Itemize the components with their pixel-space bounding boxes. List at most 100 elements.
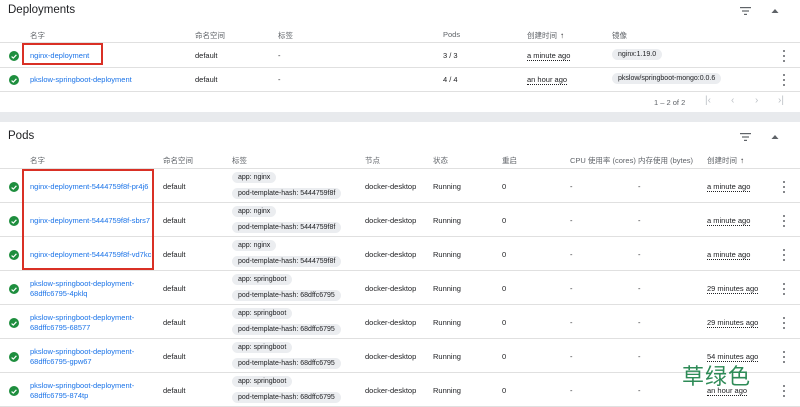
highlight-box [22, 43, 103, 65]
pod-name-link-cont[interactable]: 68dffc6795-4pklq [30, 289, 87, 298]
highlight-box [22, 169, 154, 270]
check-circle-icon [9, 284, 19, 294]
pod-node: docker-desktop [365, 182, 417, 191]
label-chip: app: springboot [232, 376, 293, 387]
pod-status: Running [433, 318, 461, 327]
pod-status: Running [433, 250, 461, 259]
pod-memory: - [638, 250, 641, 259]
pod-node: docker-desktop [365, 318, 417, 327]
col-namespace[interactable]: 命名空间 [195, 30, 225, 41]
pod-status: Running [433, 352, 461, 361]
first-page-icon[interactable]: |‹ [705, 95, 711, 106]
pod-namespace: default [163, 386, 186, 395]
check-circle-icon [9, 216, 19, 226]
col-created[interactable]: 创建时间 ↑ [707, 155, 744, 166]
pod-name-link[interactable]: pkslow-springboot-deployment- [30, 279, 134, 288]
pod-cpu: - [570, 352, 573, 361]
pod-restarts: 0 [502, 216, 507, 225]
more-vert-icon[interactable] [782, 181, 786, 193]
collapse-icon[interactable] [768, 5, 782, 17]
pod-name-link[interactable]: pkslow-springboot-deployment- [30, 313, 134, 322]
pod-name-link-cont[interactable]: 68dffc6795-68577 [30, 323, 90, 332]
deployment-namespace: default [195, 51, 218, 60]
more-vert-icon[interactable] [782, 351, 786, 363]
pod-restarts: 0 [502, 284, 507, 293]
pod-memory: - [638, 182, 641, 191]
pod-node: docker-desktop [365, 386, 417, 395]
col-name[interactable]: 名字 [30, 30, 45, 41]
more-vert-icon[interactable] [782, 215, 786, 227]
pod-status: Running [433, 216, 461, 225]
pagination-range: 1 – 2 of 2 [654, 98, 686, 107]
pod-namespace: default [163, 352, 186, 361]
label-chip: pod-template-hash: 5444759f8f [232, 188, 342, 199]
pods-card: Pods 名字 命名空间 标签 节点 状态 重启 CPU 使用率 (cores)… [0, 122, 800, 407]
pod-memory: - [638, 216, 641, 225]
col-labels: 标签 [278, 31, 293, 40]
pod-cpu: - [570, 216, 573, 225]
last-page-icon[interactable]: ›| [778, 95, 784, 106]
deployment-namespace: default [195, 75, 218, 84]
more-vert-icon[interactable] [782, 317, 786, 329]
check-circle-icon [9, 386, 19, 396]
col-namespace[interactable]: 命名空间 [163, 155, 193, 166]
image-chip: pkslow/springboot-mongo:0.0.6 [612, 73, 722, 84]
pod-name-link-cont[interactable]: 68dffc6795-874tp [30, 391, 88, 400]
divider [0, 91, 800, 92]
label-chip: pod-template-hash: 68dffc6795 [232, 358, 341, 369]
pod-restarts: 0 [502, 386, 507, 395]
pod-namespace: default [163, 284, 186, 293]
more-vert-icon[interactable] [782, 50, 786, 62]
col-created[interactable]: 创建时间 ↑ [527, 30, 564, 41]
prev-page-icon[interactable]: ‹ [731, 95, 734, 106]
filter-icon[interactable] [738, 131, 752, 143]
deployment-pods: 3 / 3 [443, 51, 458, 60]
deployment-labels: - [278, 75, 281, 84]
label-chip: app: nginx [232, 240, 277, 251]
col-images: 镜像 [612, 31, 627, 40]
divider [0, 372, 800, 373]
deployment-name-link[interactable]: pkslow-springboot-deployment [30, 75, 132, 84]
watermark: 草绿色 [682, 365, 752, 390]
next-page-icon[interactable]: › [755, 95, 758, 106]
pod-status: Running [433, 284, 461, 293]
check-circle-icon [9, 250, 19, 260]
pod-cpu: - [570, 284, 573, 293]
divider [0, 42, 800, 43]
more-vert-icon[interactable] [782, 283, 786, 295]
col-labels: 标签 [232, 156, 247, 165]
pod-status: Running [433, 386, 461, 395]
more-vert-icon[interactable] [782, 74, 786, 86]
col-name[interactable]: 名字 [30, 155, 45, 166]
pod-namespace: default [163, 318, 186, 327]
pod-namespace: default [163, 182, 186, 191]
pod-cpu: - [570, 386, 573, 395]
label-chip: pod-template-hash: 68dffc6795 [232, 290, 341, 301]
pod-restarts: 0 [502, 318, 507, 327]
col-created-label: 创建时间 [527, 31, 557, 40]
pod-node: docker-desktop [365, 352, 417, 361]
col-cpu: CPU 使用率 (cores) [570, 156, 636, 165]
pod-created: a minute ago [707, 250, 751, 260]
pod-memory: - [638, 386, 641, 395]
pod-memory: - [638, 318, 641, 327]
pod-cpu: - [570, 182, 573, 191]
col-status: 状态 [433, 156, 448, 165]
collapse-icon[interactable] [768, 131, 782, 143]
col-created-label: 创建时间 [707, 156, 737, 165]
pod-node: docker-desktop [365, 216, 417, 225]
filter-icon[interactable] [738, 5, 752, 17]
check-circle-icon [9, 51, 19, 61]
deployment-created: a minute ago [527, 51, 571, 61]
pod-name-link-cont[interactable]: 68dffc6795-gpw67 [30, 357, 92, 366]
col-pods: Pods [443, 30, 461, 39]
divider [0, 304, 800, 305]
pod-created: 29 minutes ago [707, 318, 759, 328]
pod-created: a minute ago [707, 182, 751, 192]
pod-name-link[interactable]: pkslow-springboot-deployment- [30, 381, 134, 390]
sort-arrow-icon: ↑ [740, 156, 744, 165]
more-vert-icon[interactable] [782, 385, 786, 397]
deployments-card: Deployments 名字 命名空间 标签 Pods 创建时间 ↑ 镜像 ngi… [0, 0, 800, 112]
pod-name-link[interactable]: pkslow-springboot-deployment- [30, 347, 134, 356]
more-vert-icon[interactable] [782, 249, 786, 261]
